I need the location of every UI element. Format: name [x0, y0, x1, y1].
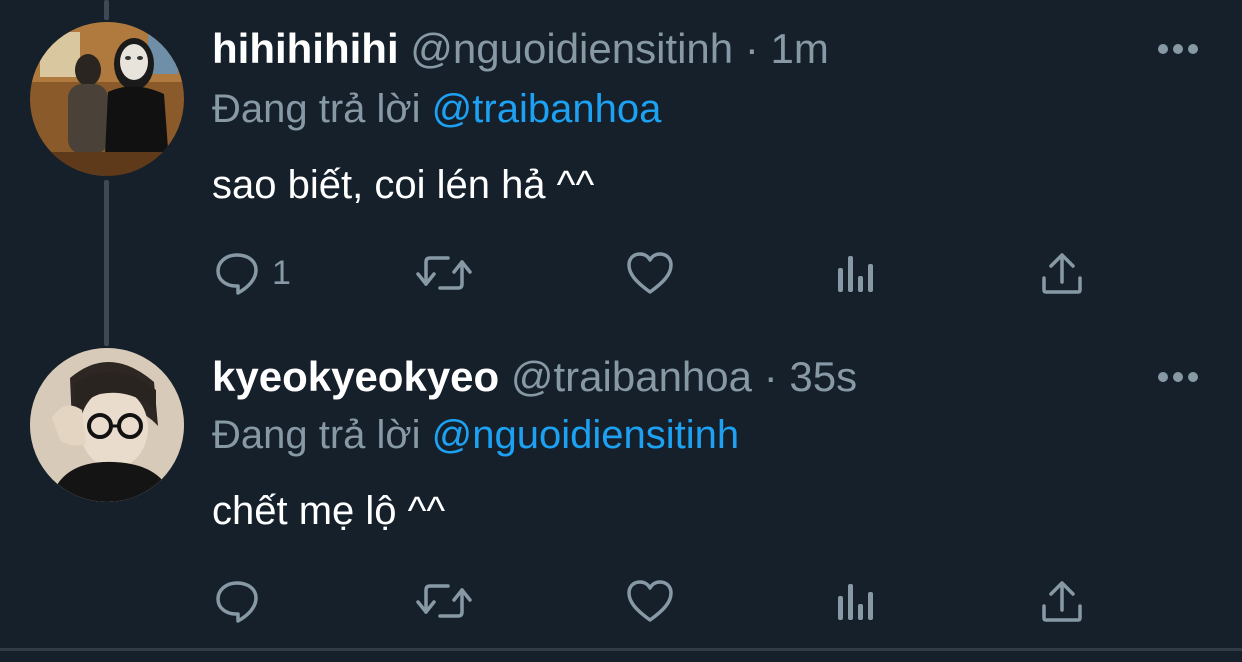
share-icon [1042, 581, 1082, 622]
retweet-icon [416, 584, 472, 618]
thread-line-connector [104, 180, 109, 346]
like-button[interactable] [626, 576, 674, 626]
retweet-icon [416, 256, 472, 290]
thread-line-top [104, 0, 109, 20]
retweet-button[interactable] [416, 248, 472, 298]
username-handle[interactable]: @traibanhoa [511, 353, 752, 400]
retweet-button[interactable] [416, 576, 472, 626]
replying-to-mention[interactable]: @traibanhoa [432, 87, 662, 131]
avatar[interactable] [30, 22, 184, 176]
like-icon [627, 580, 673, 622]
views-button[interactable] [834, 576, 878, 626]
timeline: hihihihihi @nguoidiensitinh · 1m Đang tr… [0, 0, 1242, 662]
tweet-text: chết mẹ lộ ^^ [212, 489, 446, 533]
replying-to-line: Đang trả lời @nguoidiensitinh [212, 410, 739, 460]
replying-to-label: Đang trả lời [212, 87, 421, 131]
replying-to-label: Đang trả lời [212, 413, 421, 457]
views-button[interactable] [834, 248, 878, 298]
timestamp[interactable]: 35s [789, 353, 857, 400]
analytics-icon [838, 256, 873, 292]
username-handle[interactable]: @nguoidiensitinh [410, 25, 733, 72]
share-button[interactable] [1040, 248, 1084, 298]
share-icon [1042, 253, 1082, 294]
tweet-text: sao biết, coi lén hả ^^ [212, 163, 595, 207]
avatar-photo-1 [30, 22, 184, 176]
more-options-icon[interactable] [1156, 42, 1200, 56]
avatar-photo-2 [30, 348, 184, 502]
display-name[interactable]: kyeokyeokyeo [212, 353, 499, 400]
reply-icon [216, 253, 258, 295]
share-button[interactable] [1040, 576, 1084, 626]
analytics-icon [838, 584, 873, 620]
avatar[interactable] [30, 348, 184, 502]
tweet-header: kyeokyeokyeo @traibanhoa · 35s [212, 352, 857, 402]
replying-to-line: Đang trả lời @traibanhoa [212, 84, 661, 134]
tweet-header: hihihihihi @nguoidiensitinh · 1m [212, 24, 829, 74]
reply-button[interactable]: 1 [214, 248, 291, 298]
display-name[interactable]: hihihihihi [212, 25, 399, 72]
separator-dot: · [763, 353, 778, 400]
divider [0, 648, 1242, 651]
separator-dot: · [744, 25, 759, 72]
timestamp[interactable]: 1m [771, 25, 829, 72]
reply-icon [216, 581, 258, 623]
replying-to-mention[interactable]: @nguoidiensitinh [432, 413, 739, 457]
like-button[interactable] [626, 248, 674, 298]
reply-count: 1 [272, 254, 291, 292]
like-icon [627, 252, 673, 294]
more-options-icon[interactable] [1156, 370, 1200, 384]
reply-button[interactable] [214, 576, 272, 626]
